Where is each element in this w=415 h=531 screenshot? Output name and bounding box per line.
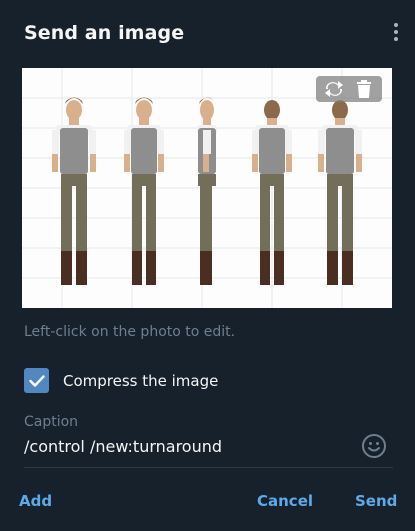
delete-icon[interactable]	[352, 78, 376, 100]
more-vertical-icon[interactable]	[391, 21, 401, 47]
add-button[interactable]: Add	[19, 492, 52, 510]
turnaround-image	[22, 68, 392, 308]
compress-label: Compress the image	[63, 371, 219, 390]
photo-toolbar	[316, 76, 382, 102]
caption-underline	[24, 467, 393, 468]
send-image-dialog: Send an image Left-click on the photo to…	[0, 0, 415, 531]
image-preview[interactable]	[22, 68, 392, 308]
edit-hint: Left-click on the photo to edit.	[24, 324, 236, 340]
caption-label: Caption	[24, 414, 79, 430]
cancel-button[interactable]: Cancel	[257, 492, 313, 510]
emoji-icon[interactable]	[361, 433, 387, 463]
dialog-title: Send an image	[24, 22, 185, 44]
send-button[interactable]: Send	[355, 492, 397, 510]
compress-checkbox-row[interactable]: Compress the image	[24, 368, 218, 393]
check-icon	[28, 374, 45, 387]
compress-checkbox[interactable]	[24, 368, 49, 393]
replace-icon[interactable]	[322, 78, 346, 100]
caption-input[interactable]	[24, 437, 344, 456]
